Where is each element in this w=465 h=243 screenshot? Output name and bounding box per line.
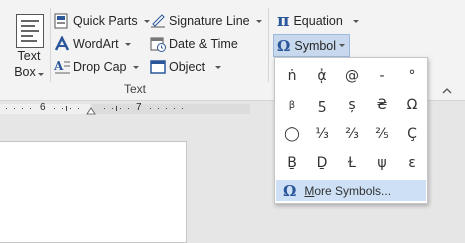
chevron-down-icon: [352, 19, 359, 23]
collapse-ribbon-icon[interactable]: [442, 84, 452, 94]
quick-parts-button[interactable]: Quick Parts: [54, 11, 150, 31]
date-time-label: Date & Time: [169, 37, 238, 51]
text-box-icon: [16, 14, 44, 48]
symbol-cell[interactable]: °: [397, 62, 427, 90]
text-box-button[interactable]: Text Box: [10, 8, 48, 88]
symbol-cell[interactable]: ◯: [277, 120, 307, 148]
equation-button[interactable]: π Equation: [277, 11, 359, 31]
svg-text:A: A: [54, 59, 64, 73]
text-box-label-line1: Text: [17, 49, 41, 63]
more-symbols-item[interactable]: Ω More Symbols...: [276, 180, 426, 201]
wordart-button[interactable]: WordArt: [54, 34, 131, 54]
signature-line-button[interactable]: Signature Line: [150, 11, 262, 31]
symbol-cell[interactable]: Ɫ: [337, 149, 367, 177]
symbol-cell[interactable]: ƽ: [307, 91, 337, 119]
drop-cap-button[interactable]: A Drop Cap: [53, 57, 139, 77]
symbol-label: Symbol: [294, 38, 337, 53]
wordart-icon: [54, 35, 70, 52]
symbol-cell[interactable]: ș: [337, 91, 367, 119]
drop-cap-icon: A: [53, 59, 70, 75]
symbol-cell[interactable]: ⅖: [367, 120, 397, 148]
symbol-cell[interactable]: Ḇ: [277, 149, 307, 177]
omega-icon: Ω: [283, 181, 297, 200]
chevron-down-icon: [132, 65, 139, 69]
symbol-icon: Ω: [277, 36, 291, 55]
chevron-down-icon: [339, 44, 346, 47]
drop-cap-label: Drop Cap: [73, 60, 127, 74]
symbol-cell[interactable]: ⅔: [337, 120, 367, 148]
symbol-cell[interactable]: @: [337, 62, 367, 90]
chevron-down-icon: [143, 19, 150, 23]
symbol-dropdown: ṅ ᾀ @ - ° β ƽ ș ₴ Ω ◯ ⅓ ⅔ ⅖ Ç Ḇ Ḏ Ɫψ ε Ω More Symbols...: [274, 57, 428, 204]
wordart-label: WordArt: [73, 37, 119, 51]
document-page[interactable]: [0, 141, 187, 243]
quick-parts-label: Quick Parts: [73, 14, 138, 28]
object-icon: [150, 59, 166, 75]
symbol-cell[interactable]: β: [277, 91, 307, 119]
symbol-cell[interactable]: ε: [397, 149, 427, 177]
symbol-cell[interactable]: Ç: [397, 120, 427, 148]
symbol-cell[interactable]: ₴: [367, 91, 397, 119]
quick-parts-icon: [54, 13, 70, 29]
ruler-mark: 7: [136, 102, 142, 113]
date-time-button[interactable]: Date & Time: [150, 34, 238, 54]
divider: [268, 8, 269, 82]
symbol-cell[interactable]: ⅓: [307, 120, 337, 148]
object-label: Object: [169, 60, 206, 74]
chevron-down-icon: [37, 73, 44, 76]
horizontal-ruler[interactable]: 6 7: [0, 102, 250, 116]
signature-line-icon: [150, 13, 166, 29]
symbol-cell[interactable]: ṅ: [277, 62, 307, 90]
chevron-down-icon: [124, 42, 131, 46]
symbol-cell[interactable]: -: [367, 62, 397, 90]
object-button[interactable]: Object: [150, 57, 222, 77]
signature-line-label: Signature Line: [169, 14, 250, 28]
symbol-cell[interactable]: ᾀ: [307, 62, 337, 90]
date-time-icon: [150, 36, 166, 52]
ruler-mark: 6: [40, 102, 46, 113]
chevron-down-icon: [255, 19, 262, 23]
symbol-cell[interactable]: Ω: [397, 91, 427, 119]
chevron-down-icon: [215, 65, 222, 69]
equation-icon: π: [277, 11, 290, 31]
symbol-cell[interactable]: ψ: [367, 149, 397, 177]
group-label-text: Text: [123, 82, 146, 96]
text-box-label-line2: Box: [14, 65, 36, 79]
symbol-cell[interactable]: Ḏ: [307, 149, 337, 177]
equation-label: Equation: [293, 14, 343, 28]
symbol-button[interactable]: Ω Symbol: [273, 34, 351, 57]
more-symbols-accesskey: M: [304, 183, 315, 198]
divider: [50, 8, 51, 82]
more-symbols-label: ore Symbols...: [314, 183, 392, 198]
